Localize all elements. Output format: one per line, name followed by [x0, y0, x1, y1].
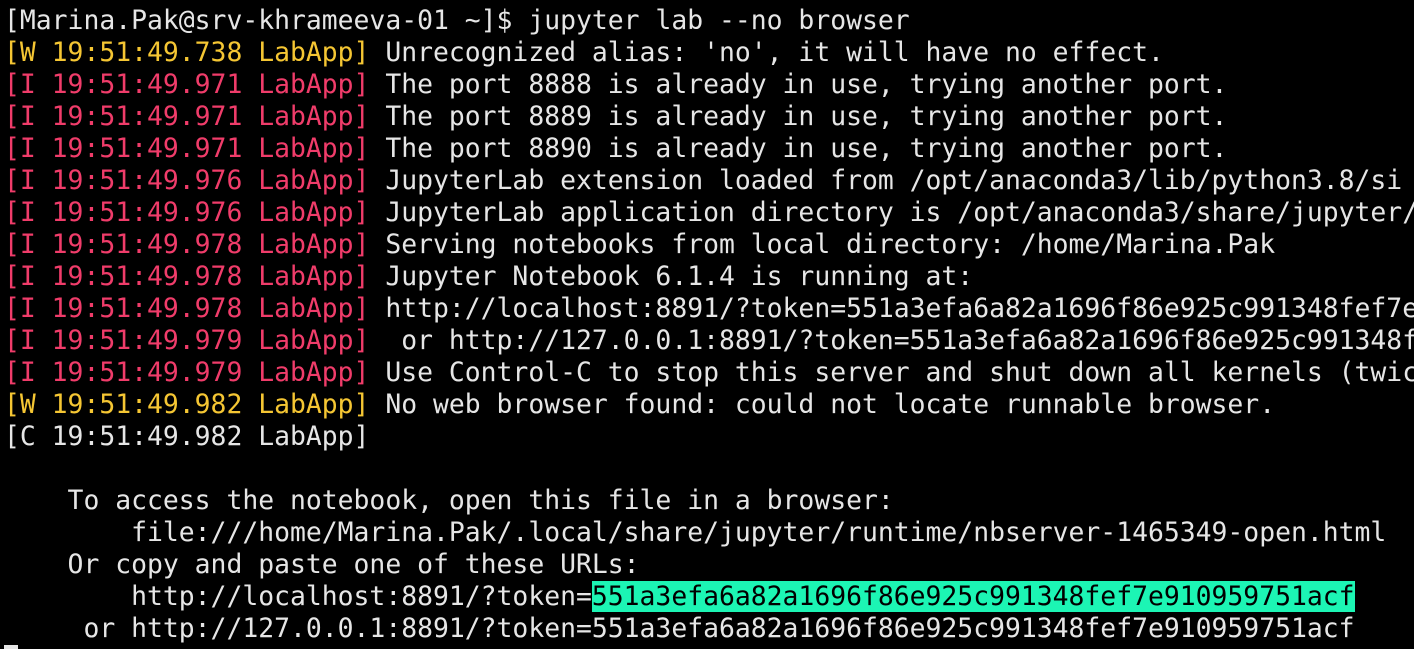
log-message: Serving notebooks from local directory: …	[369, 229, 1276, 260]
access-intro-text: To access the notebook, open this file i…	[4, 485, 894, 516]
log-message: http://localhost:8891/?token=551a3efa6a8…	[369, 293, 1414, 324]
log-line: [I 19:51:49.976 LabApp] JupyterLab appli…	[4, 197, 1414, 229]
notebook-file-url[interactable]: file:///home/Marina.Pak/.local/share/jup…	[4, 517, 1414, 549]
log-line: [I 19:51:49.978 LabApp] Serving notebook…	[4, 229, 1414, 261]
log-message: JupyterLab application directory is /opt…	[369, 197, 1414, 228]
loopback-url-line[interactable]: or http://127.0.0.1:8891/?token=551a3efa…	[4, 613, 1414, 645]
log-line: [I 19:51:49.979 LabApp] or http://127.0.…	[4, 325, 1414, 357]
log-level-tag: [I 19:51:49.971 LabApp]	[4, 133, 370, 164]
log-message: The port 8890 is already in use, trying …	[369, 133, 1228, 164]
log-level-tag: [I 19:51:49.979 LabApp]	[4, 325, 370, 356]
terminal-window[interactable]: [Marina.Pak@srv-khrameeva-01 ~]$ jupyter…	[4, 5, 1414, 649]
log-line: [I 19:51:49.971 LabApp] The port 8890 is…	[4, 133, 1414, 165]
log-level-tag: [I 19:51:49.978 LabApp]	[4, 229, 370, 260]
log-level-tag: [I 19:51:49.979 LabApp]	[4, 357, 370, 388]
selected-token[interactable]: 551a3efa6a82a1696f86e925c991348fef7e9109…	[591, 581, 1355, 612]
log-message: or http://127.0.0.1:8891/?token=551a3efa…	[369, 325, 1414, 356]
command-prompt-line: [Marina.Pak@srv-khrameeva-01 ~]$ jupyter…	[4, 5, 910, 36]
log-level-tag: [W 19:51:49.738 LabApp]	[4, 37, 370, 68]
log-line: [I 19:51:49.978 LabApp] Jupyter Notebook…	[4, 261, 1414, 293]
log-level-tag: [I 19:51:49.971 LabApp]	[4, 69, 370, 100]
log-level-tag: [I 19:51:49.976 LabApp]	[4, 165, 370, 196]
log-level-tag: [I 19:51:49.978 LabApp]	[4, 293, 370, 324]
log-message: The port 8888 is already in use, trying …	[369, 69, 1228, 100]
log-message: The port 8889 is already in use, trying …	[369, 101, 1228, 132]
log-line: [C 19:51:49.982 LabApp]	[4, 421, 1414, 453]
log-level-tag: [W 19:51:49.982 LabApp]	[4, 389, 370, 420]
log-message: Unrecognized alias: 'no', it will have n…	[369, 37, 1164, 68]
log-line: [I 19:51:49.971 LabApp] The port 8888 is…	[4, 69, 1414, 101]
log-line: [I 19:51:49.971 LabApp] The port 8889 is…	[4, 101, 1414, 133]
copy-urls-text: Or copy and paste one of these URLs:	[4, 549, 640, 580]
log-level-tag: [I 19:51:49.976 LabApp]	[4, 197, 370, 228]
log-message: JupyterLab extension loaded from /opt/an…	[369, 165, 1403, 196]
log-line: [W 19:51:49.738 LabApp] Unrecognized ali…	[4, 37, 1414, 69]
log-line: [I 19:51:49.979 LabApp] Use Control-C to…	[4, 357, 1414, 389]
localhost-url-line[interactable]: http://localhost:8891/?token=551a3efa6a8…	[4, 581, 1414, 613]
log-message: Use Control-C to stop this server and sh…	[369, 357, 1414, 388]
log-line: [W 19:51:49.982 LabApp] No web browser f…	[4, 389, 1414, 421]
log-output: [W 19:51:49.738 LabApp] Unrecognized ali…	[4, 37, 1414, 453]
log-level-tag: [I 19:51:49.971 LabApp]	[4, 101, 370, 132]
terminal-cursor	[4, 645, 18, 649]
log-line: [I 19:51:49.978 LabApp] http://localhost…	[4, 293, 1414, 325]
log-level-tag: [I 19:51:49.978 LabApp]	[4, 261, 370, 292]
log-message: No web browser found: could not locate r…	[369, 389, 1276, 420]
log-level-tag: [C 19:51:49.982 LabApp]	[4, 421, 370, 452]
localhost-url-prefix: http://localhost:8891/?token=	[4, 581, 592, 612]
log-line: [I 19:51:49.976 LabApp] JupyterLab exten…	[4, 165, 1414, 197]
log-message: Jupyter Notebook 6.1.4 is running at:	[369, 261, 974, 292]
